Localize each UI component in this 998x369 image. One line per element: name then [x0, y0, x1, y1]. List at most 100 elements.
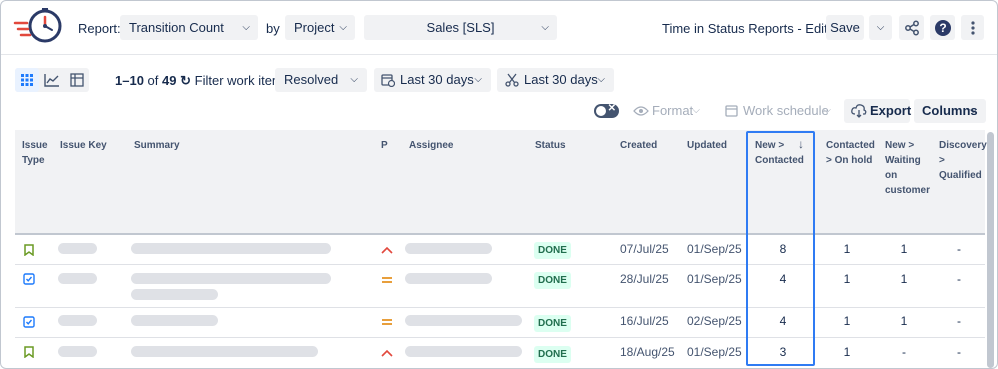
- highlighted-column-outline: [746, 131, 815, 366]
- issue-key-placeholder: [58, 243, 97, 254]
- total-count: 49: [162, 73, 177, 88]
- report-type-select[interactable]: Transition Count ⌵: [120, 15, 258, 40]
- grid-view-button[interactable]: [15, 68, 39, 92]
- row-divider: [15, 264, 985, 265]
- group-by-value: Project: [294, 20, 335, 35]
- more-button[interactable]: [961, 15, 984, 40]
- scissors-icon: [505, 73, 519, 87]
- chevron-down-icon: ⌵: [597, 74, 605, 85]
- filter-value: Resolved: [284, 72, 339, 87]
- col-header-status[interactable]: Status: [535, 138, 566, 153]
- created-date-value: Last 30 days: [400, 72, 474, 87]
- format-label: Format: [652, 103, 694, 118]
- col-header-summary[interactable]: Summary: [134, 138, 180, 153]
- discovery-qualified-count: -: [957, 314, 961, 328]
- vertical-scrollbar[interactable]: [987, 132, 994, 368]
- project-value: Sales [SLS]: [426, 20, 495, 35]
- eye-icon: [633, 106, 649, 116]
- header-divider: [15, 233, 985, 235]
- cloud-download-icon: [851, 104, 867, 118]
- chart-view-button[interactable]: [40, 68, 64, 92]
- col-header-new-waiting[interactable]: New > Waiting on customer: [885, 138, 930, 198]
- task-checkbox-icon: [23, 273, 35, 285]
- col-header-issue-key[interactable]: Issue Key: [60, 138, 107, 153]
- story-bookmark-icon: [24, 244, 34, 256]
- save-button[interactable]: Save: [826, 15, 864, 40]
- pivot-view-button[interactable]: [65, 68, 89, 92]
- group-by-select[interactable]: Project ⌵: [285, 15, 355, 40]
- close-icon: ✕: [607, 103, 616, 114]
- row-divider: [15, 307, 985, 308]
- assignee-placeholder: [405, 243, 492, 254]
- col-header-priority[interactable]: P: [381, 138, 388, 153]
- refresh-icon[interactable]: ↻: [180, 73, 191, 88]
- report-title: Time in Status Reports - Edited: [662, 21, 843, 36]
- updated-date: 01/Sep/25: [687, 345, 742, 359]
- by-label: by: [266, 21, 280, 36]
- more-vertical-icon: [970, 21, 975, 35]
- summary-placeholder: [131, 315, 218, 326]
- chevron-down-icon: ⌵: [242, 22, 250, 33]
- new-waiting-count: 1: [900, 272, 908, 286]
- line-chart-icon: [44, 74, 59, 87]
- priority-medium-icon: [382, 277, 392, 283]
- assignee-placeholder: [405, 273, 492, 284]
- created-date-filter[interactable]: Last 30 days ⌵: [374, 68, 491, 92]
- contacted-onhold-count: 1: [843, 345, 851, 359]
- chevron-down-icon: ⌵: [541, 22, 549, 33]
- col-header-created[interactable]: Created: [620, 138, 657, 153]
- chevron-down-icon: ⌵: [876, 22, 885, 33]
- priority-high-icon: [381, 246, 393, 254]
- chevron-down-icon: ⌵: [969, 105, 977, 116]
- top-bar: Report: Transition Count ⌵ by Project ⌵ …: [1, 1, 997, 55]
- assignee-placeholder: [405, 315, 522, 326]
- pivot-table-icon: [70, 73, 84, 87]
- svg-text:?: ?: [939, 21, 946, 35]
- chevron-down-icon: ⌵: [823, 105, 831, 116]
- status-badge: DONE: [534, 315, 571, 332]
- created-date: 07/Jul/25: [620, 242, 669, 256]
- toggle-switch[interactable]: ✕: [594, 103, 619, 118]
- col-header-contacted-onhold[interactable]: Contacted > On hold: [826, 138, 875, 168]
- status-badge: DONE: [534, 272, 571, 289]
- help-button[interactable]: ?: [930, 15, 955, 40]
- col-header-updated[interactable]: Updated: [687, 138, 727, 153]
- col-header-issue-type[interactable]: Issue Type: [22, 138, 52, 168]
- save-options-button[interactable]: ⌵: [869, 15, 892, 40]
- assignee-placeholder: [405, 346, 522, 357]
- priority-high-icon: [381, 349, 393, 357]
- contacted-onhold-count: 1: [843, 242, 851, 256]
- updated-date: 02/Sep/25: [687, 314, 742, 328]
- report-window: Report: Transition Count ⌵ by Project ⌵ …: [0, 0, 998, 369]
- col-header-assignee[interactable]: Assignee: [409, 138, 453, 153]
- pagination-summary: 1–10 of 49 ↻ Filter work items:: [115, 73, 293, 89]
- summary-placeholder: [131, 346, 318, 357]
- issue-key-placeholder: [58, 346, 97, 357]
- created-date: 16/Jul/25: [620, 314, 669, 328]
- chevron-down-icon: ⌵: [350, 74, 358, 85]
- share-icon: [904, 20, 919, 36]
- issue-key-placeholder: [58, 273, 97, 284]
- filter-select[interactable]: Resolved ⌵: [275, 68, 367, 92]
- range-text: 1–10: [115, 73, 144, 88]
- chevron-down-icon: ⌵: [474, 74, 482, 85]
- created-date: 28/Jul/25: [620, 272, 669, 286]
- col-header-discovery-qualified[interactable]: Discovery > Qualified: [939, 138, 987, 183]
- calendar-icon: [725, 105, 738, 117]
- view-mode-group: [15, 68, 89, 92]
- updated-date: 01/Sep/25: [687, 272, 742, 286]
- work-schedule-button[interactable]: Work schedule ⌵: [716, 99, 840, 123]
- format-button[interactable]: Format ⌵: [625, 99, 709, 123]
- export-button[interactable]: Export: [844, 99, 911, 123]
- summary-placeholder: [131, 243, 331, 254]
- share-button[interactable]: [899, 15, 924, 40]
- status-badge: DONE: [534, 242, 571, 259]
- grid-icon: [21, 74, 33, 86]
- toggle-knob: [596, 106, 606, 116]
- resolved-date-value: Last 30 days: [524, 72, 598, 87]
- project-select[interactable]: Sales [SLS] ⌵: [364, 15, 557, 40]
- resolved-date-filter[interactable]: Last 30 days ⌵: [497, 68, 614, 92]
- contacted-onhold-count: 1: [843, 314, 851, 328]
- of-text: of: [147, 73, 159, 88]
- columns-button[interactable]: Columns ⌵: [914, 99, 986, 123]
